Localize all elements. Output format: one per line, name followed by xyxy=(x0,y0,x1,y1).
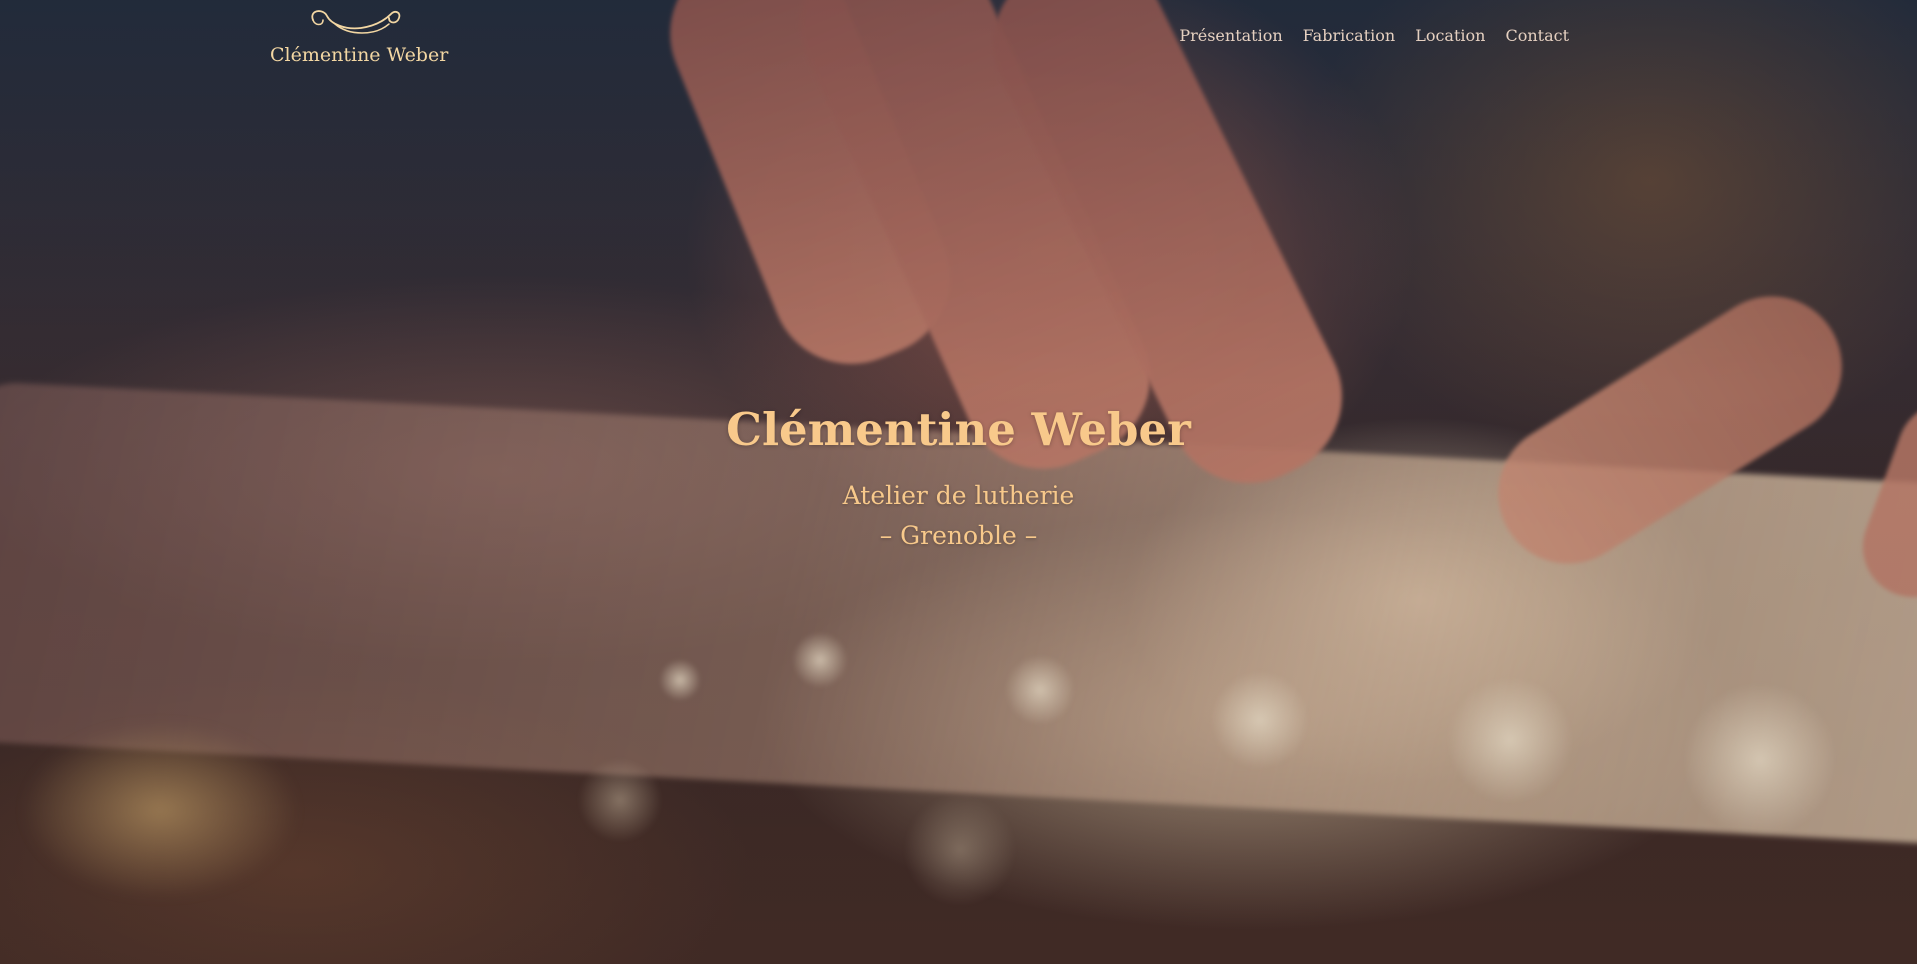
hero-title: Clémentine Weber xyxy=(726,403,1191,456)
main-nav: Présentation Fabrication Location Contac… xyxy=(1179,26,1569,45)
hero-location: – Grenoble – xyxy=(879,521,1038,550)
logo-text: Clémentine Weber xyxy=(270,44,449,66)
site-logo-link[interactable]: Clémentine Weber xyxy=(270,6,449,74)
hero-subtitle: Atelier de lutherie xyxy=(842,481,1075,510)
site-header: Clémentine Weber Présentation Fabricatio… xyxy=(0,0,1917,80)
nav-item-contact[interactable]: Contact xyxy=(1505,26,1569,45)
nav-item-location[interactable]: Location xyxy=(1415,26,1485,45)
nav-item-fabrication[interactable]: Fabrication xyxy=(1303,26,1396,45)
hero-section: Clémentine Weber Présentation Fabricatio… xyxy=(0,0,1917,964)
ornament-scroll-icon xyxy=(311,10,401,34)
nav-item-presentation[interactable]: Présentation xyxy=(1179,26,1282,45)
hero-title-block: Clémentine Weber Atelier de lutherie – G… xyxy=(0,398,1917,556)
